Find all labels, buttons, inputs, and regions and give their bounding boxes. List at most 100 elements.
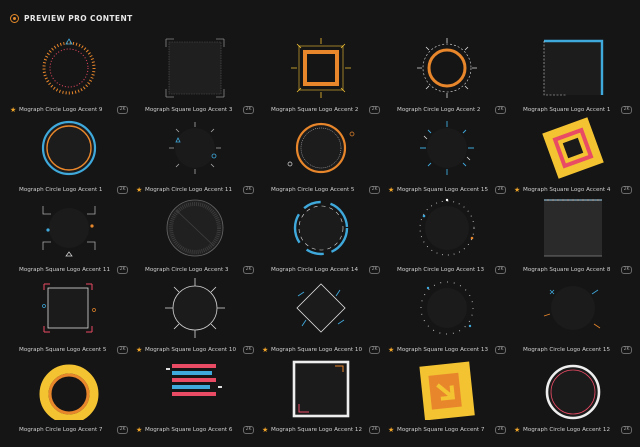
asset-thumbnail[interactable] [10,116,128,180]
asset-thumbnail[interactable] [514,356,632,420]
asset-caption: Mograph Square Logo Accent 1 2K [514,105,632,115]
asset-name: Mograph Square Logo Accent 3 [145,107,233,113]
asset-card[interactable]: Mograph Square Logo Accent 8 2K [514,196,632,276]
asset-card[interactable]: Mograph Square Logo Accent 2 2K [262,36,380,116]
asset-caption: Mograph Square Logo Accent 11 2K [10,265,128,275]
asset-caption: ★ Mograph Square Logo Accent 7 2K [388,425,506,435]
resolution-badge: 2K [495,106,506,114]
asset-caption: ★ Mograph Square Logo Accent 4 2K [514,185,632,195]
asset-card[interactable]: ★ Mograph Square Logo Accent 10 2K [136,276,254,356]
asset-card[interactable]: ★ Mograph Square Logo Accent 6 2K [136,356,254,436]
asset-card[interactable]: ★ Mograph Square Logo Accent 7 2K [388,356,506,436]
asset-thumbnail[interactable] [136,356,254,420]
asset-card[interactable]: Mograph Circle Logo Accent 15 2K [514,276,632,356]
asset-card[interactable]: Mograph Square Logo Accent 11 2K [10,196,128,276]
asset-name: Mograph Circle Logo Accent 7 [19,427,103,433]
asset-thumbnail[interactable] [514,196,632,260]
asset-name: Mograph Square Logo Accent 10 [145,347,237,353]
resolution-badge: 2K [117,426,128,434]
asset-card[interactable]: Mograph Circle Logo Accent 2 2K [388,36,506,116]
asset-card[interactable]: Mograph Square Logo Accent 3 2K [136,36,254,116]
asset-name: Mograph Square Logo Accent 10 [271,347,363,353]
asset-card[interactable]: ★ Mograph Circle Logo Accent 11 2K [136,116,254,196]
asset-name: Mograph Circle Logo Accent 9 [19,107,103,113]
asset-card[interactable]: ★ Mograph Circle Logo Accent 12 2K [514,356,632,436]
asset-caption: Mograph Square Logo Accent 3 2K [136,105,254,115]
resolution-badge: 2K [495,426,506,434]
asset-thumbnail[interactable] [388,196,506,260]
asset-caption: Mograph Square Logo Accent 8 2K [514,265,632,275]
asset-caption: ★ Mograph Square Logo Accent 13 2K [388,345,506,355]
asset-thumbnail[interactable] [262,116,380,180]
section-title: PREVIEW PRO CONTENT [24,13,133,23]
asset-card[interactable]: ★ Mograph Square Logo Accent 12 2K [262,356,380,436]
asset-card[interactable]: Mograph Circle Logo Accent 14 2K [262,196,380,276]
asset-card[interactable]: Mograph Square Logo Accent 1 2K [514,36,632,116]
asset-thumbnail[interactable] [514,116,632,180]
asset-thumbnail[interactable] [262,196,380,260]
asset-name: Mograph Square Logo Accent 5 [19,347,107,353]
asset-card[interactable]: Mograph Circle Logo Accent 5 2K [262,116,380,196]
asset-thumbnail[interactable] [262,36,380,100]
asset-name: Mograph Circle Logo Accent 2 [397,107,481,113]
asset-caption: Mograph Square Logo Accent 2 2K [262,105,380,115]
asset-thumbnail[interactable] [136,116,254,180]
resolution-badge: 2K [495,346,506,354]
asset-thumbnail[interactable] [514,36,632,100]
asset-name: Mograph Circle Logo Accent 3 [145,267,229,273]
asset-thumbnail[interactable] [10,196,128,260]
asset-card[interactable]: Mograph Circle Logo Accent 13 2K [388,196,506,276]
asset-caption: ★ Mograph Square Logo Accent 10 2K [262,345,380,355]
asset-thumbnail[interactable] [136,276,254,340]
asset-thumbnail[interactable] [262,276,380,340]
asset-caption: Mograph Circle Logo Accent 7 2K [10,425,128,435]
asset-name: Mograph Square Logo Accent 7 [397,427,485,433]
asset-name: Mograph Circle Logo Accent 14 [271,267,359,273]
resolution-badge: 2K [369,346,380,354]
asset-card[interactable]: ★ Mograph Square Logo Accent 10 2K [262,276,380,356]
resolution-badge: 2K [621,106,632,114]
asset-card[interactable]: Mograph Circle Logo Accent 3 2K [136,196,254,276]
asset-card[interactable]: ★ Mograph Square Logo Accent 13 2K [388,276,506,356]
resolution-badge: 2K [621,266,632,274]
asset-name: Mograph Circle Logo Accent 1 [19,187,103,193]
asset-thumbnail[interactable] [388,276,506,340]
resolution-badge: 2K [117,346,128,354]
asset-thumbnail[interactable] [136,196,254,260]
resolution-badge: 2K [495,266,506,274]
star-icon: ★ [514,425,521,434]
resolution-badge: 2K [369,426,380,434]
asset-thumbnail[interactable] [262,356,380,420]
resolution-badge: 2K [243,346,254,354]
asset-card[interactable]: Mograph Square Logo Accent 5 2K [10,276,128,356]
asset-card[interactable]: Mograph Circle Logo Accent 1 2K [10,116,128,196]
resolution-badge: 2K [243,426,254,434]
section-header: PREVIEW PRO CONTENT [10,12,133,24]
asset-name: Mograph Square Logo Accent 15 [397,187,489,193]
asset-caption: ★ Mograph Square Logo Accent 10 2K [136,345,254,355]
asset-thumbnail[interactable] [514,276,632,340]
asset-name: Mograph Square Logo Accent 6 [145,427,233,433]
asset-card[interactable]: ★ Mograph Square Logo Accent 4 2K [514,116,632,196]
asset-thumbnail[interactable] [10,276,128,340]
asset-thumbnail[interactable] [388,356,506,420]
asset-name: Mograph Square Logo Accent 4 [523,187,611,193]
asset-thumbnail[interactable] [10,36,128,100]
asset-caption: ★ Mograph Square Logo Accent 15 2K [388,185,506,195]
asset-caption: Mograph Circle Logo Accent 2 2K [388,105,506,115]
asset-thumbnail[interactable] [136,36,254,100]
asset-name: Mograph Square Logo Accent 2 [271,107,359,113]
asset-caption: ★ Mograph Square Logo Accent 12 2K [262,425,380,435]
star-icon: ★ [262,425,269,434]
asset-thumbnail[interactable] [10,356,128,420]
asset-caption: Mograph Square Logo Accent 5 2K [10,345,128,355]
resolution-badge: 2K [369,106,380,114]
asset-card[interactable]: ★ Mograph Square Logo Accent 15 2K [388,116,506,196]
asset-card[interactable]: Mograph Circle Logo Accent 7 2K [10,356,128,436]
asset-name: Mograph Circle Logo Accent 5 [271,187,355,193]
resolution-badge: 2K [243,266,254,274]
asset-thumbnail[interactable] [388,36,506,100]
star-icon: ★ [136,345,143,354]
asset-thumbnail[interactable] [388,116,506,180]
asset-card[interactable]: ★ Mograph Circle Logo Accent 9 2K [10,36,128,116]
